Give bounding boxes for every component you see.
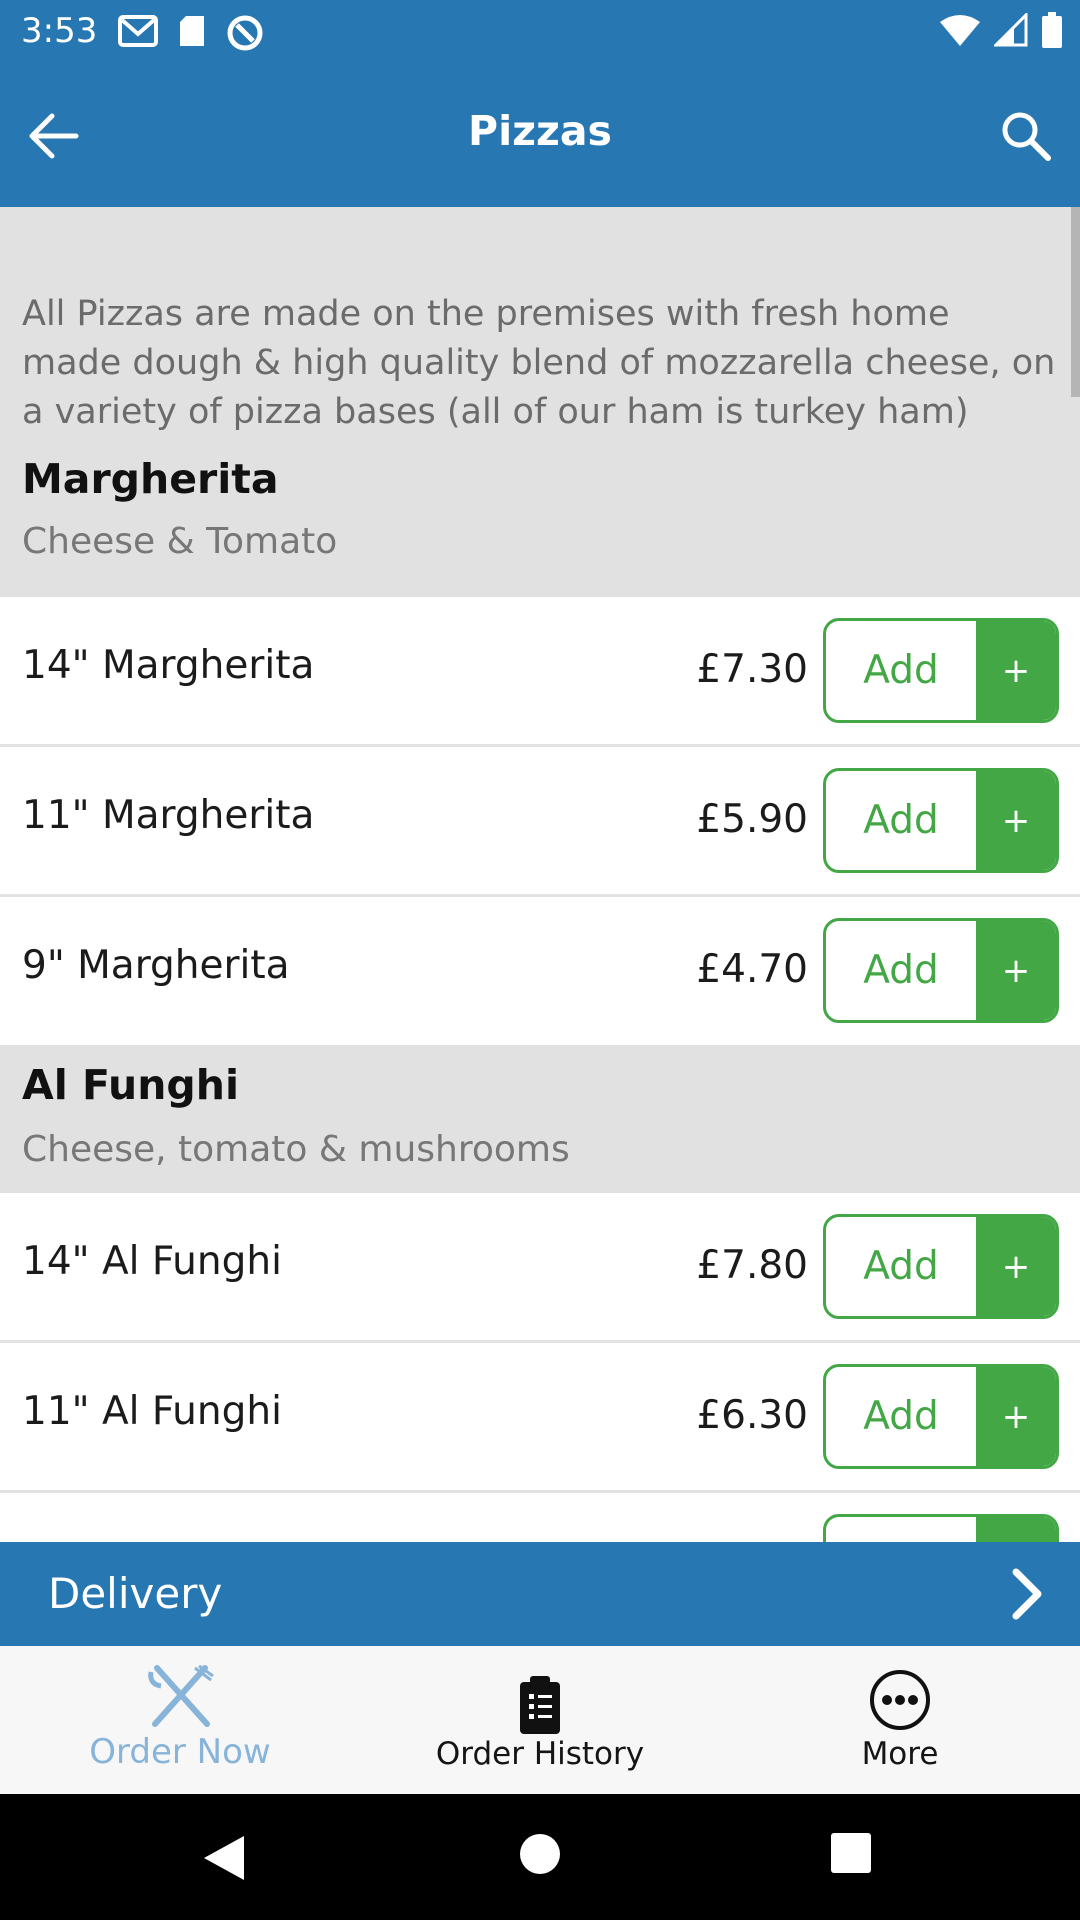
add-label: Add [863,1244,939,1289]
add-label: Add [863,948,939,993]
nav-label: Order History [435,1736,645,1772]
nav-order-now[interactable]: Order Now [0,1646,360,1794]
section-description: Cheese & Tomato [22,521,338,562]
menu-item-row-partial [0,1493,1080,1542]
fork-knife-icon [148,1664,214,1727]
sd-card-icon [180,16,204,46]
system-icons [940,12,1062,48]
menu-item-row: 11" Margherita £5.90 Add + [0,747,1080,897]
item-price: £6.30 [696,1393,808,1438]
add-button[interactable]: Add + [823,1364,1059,1469]
chevron-right-icon [1012,1568,1042,1620]
section-header-margherita: Margherita Cheese & Tomato [0,455,1080,597]
section-title: Margherita [22,455,279,503]
intro-text: All Pizzas are made on the premises with… [0,207,1080,455]
nav-label: Order Now [89,1732,271,1772]
app-bar: Pizzas [0,64,1080,207]
signal-icon [994,13,1028,47]
add-button[interactable]: Add + [823,768,1059,873]
battery-icon [1042,12,1062,48]
menu-item-row: 9" Margherita £4.70 Add + [0,897,1080,1045]
nav-order-history[interactable]: Order History [360,1646,720,1794]
item-name: 9" Margherita [22,943,290,988]
menu-item-row: 11" Al Funghi £6.30 Add + [0,1343,1080,1493]
add-button[interactable]: Add + [823,918,1059,1023]
plus-icon: + [976,1367,1056,1466]
search-button[interactable] [994,104,1058,168]
plus-icon: + [976,1217,1056,1316]
item-price: £7.30 [696,647,808,692]
add-label: Add [863,1394,939,1439]
bottom-nav: Order Now Order History More [0,1646,1080,1794]
page-title: Pizzas [468,107,612,155]
menu-item-row: 14" Margherita £7.30 Add + [0,597,1080,747]
more-circle-icon [870,1670,930,1730]
status-bar: 3:53 [0,0,1080,64]
system-nav-bar [0,1794,1080,1920]
add-label: Add [863,798,939,843]
add-button[interactable]: Add + [823,1214,1059,1319]
item-name: 14" Margherita [22,643,315,688]
section-header-al-funghi: Al Funghi Cheese, tomato & mushrooms [0,1045,1080,1193]
delivery-button[interactable]: Delivery [0,1542,1080,1646]
item-price: £4.70 [696,947,808,992]
plus-icon: + [976,921,1056,1020]
notification-icons [118,14,264,52]
item-price: £5.90 [696,797,808,842]
gmail-icon [118,15,158,47]
status-time: 3:53 [21,11,98,51]
back-triangle-icon[interactable] [200,1832,248,1884]
add-label [826,1517,976,1542]
clipboard-icon [520,1676,560,1734]
plus-icon [976,1517,1056,1542]
section-title: Al Funghi [22,1061,239,1109]
add-button[interactable] [823,1514,1059,1542]
plus-icon: + [976,771,1056,870]
add-label: Add [863,648,939,693]
plus-icon: + [976,621,1056,720]
item-name: 11" Al Funghi [22,1389,282,1434]
item-price: £7.80 [696,1243,808,1288]
delivery-label: Delivery [48,1569,223,1618]
home-circle-icon[interactable] [518,1832,562,1876]
section-description: Cheese, tomato & mushrooms [22,1129,570,1170]
scrollbar[interactable] [1071,207,1080,397]
item-name: 11" Margherita [22,793,315,838]
menu-item-row: 14" Al Funghi £7.80 Add + [0,1193,1080,1343]
menu-list[interactable]: All Pizzas are made on the premises with… [0,207,1080,1542]
vpn-icon [227,15,263,51]
add-button[interactable]: Add + [823,618,1059,723]
recents-square-icon[interactable] [830,1832,872,1874]
wifi-icon [940,15,980,46]
search-icon [1002,112,1051,161]
item-name: 14" Al Funghi [22,1239,282,1284]
nav-more[interactable]: More [720,1646,1080,1794]
nav-label: More [861,1736,939,1772]
